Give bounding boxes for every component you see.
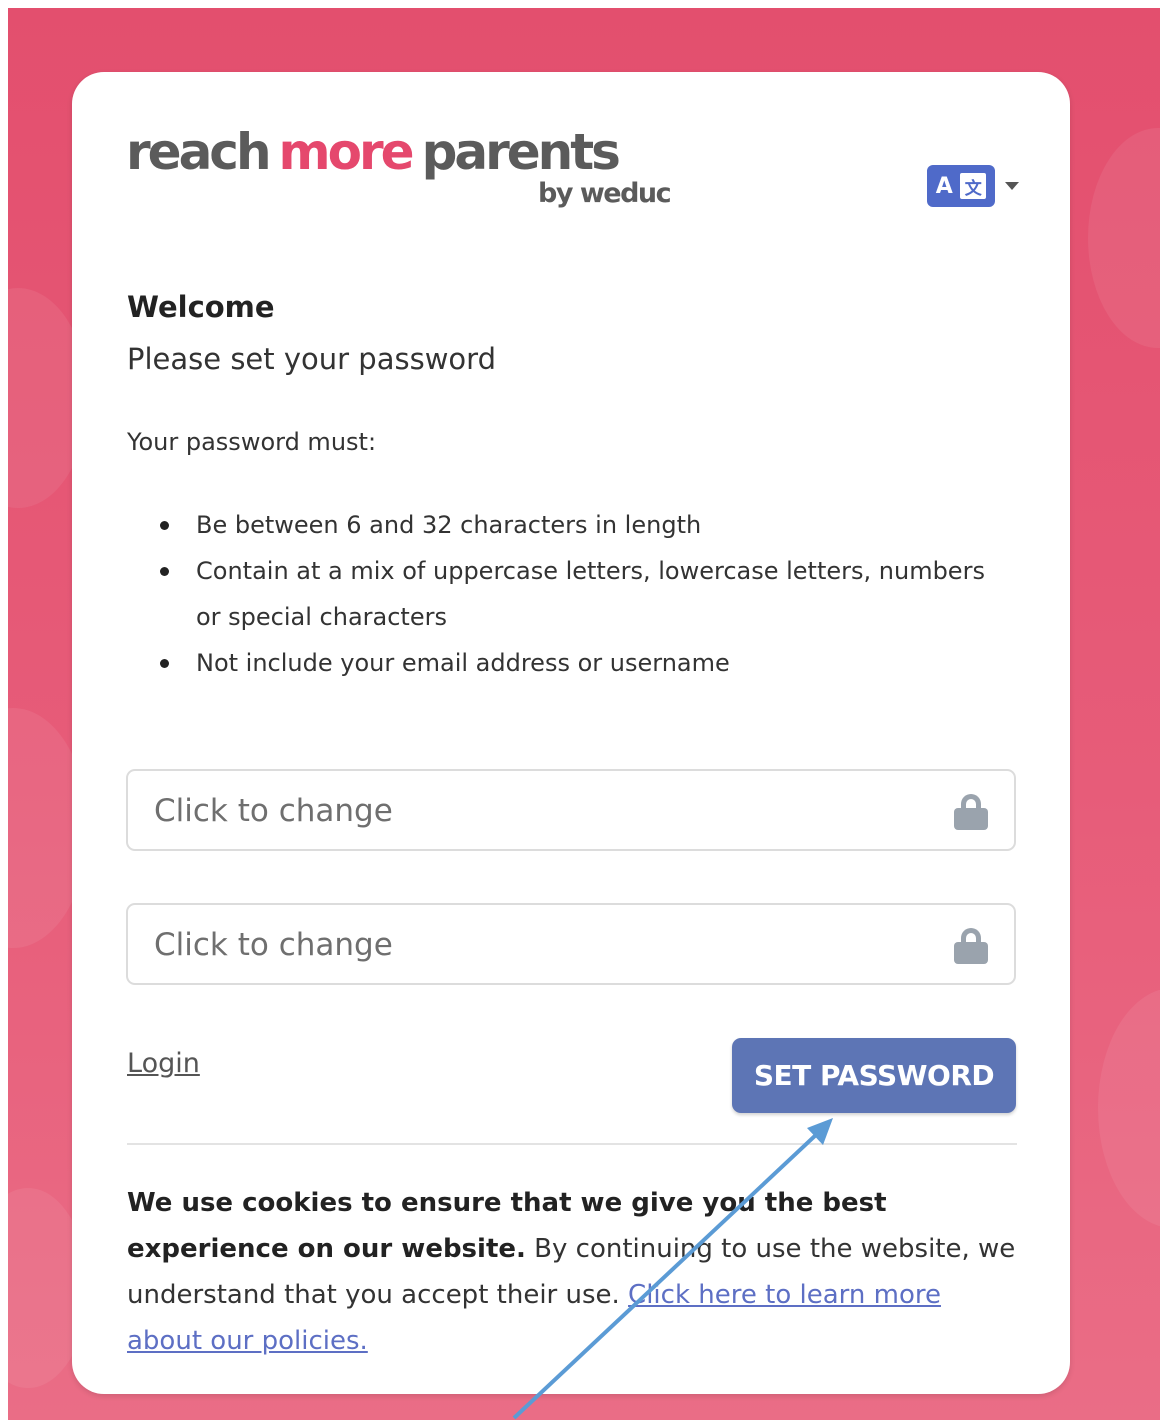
- new-password-field[interactable]: [126, 769, 1016, 851]
- password-rule: Not include your email address or userna…: [127, 640, 987, 686]
- translate-glyph-b: 文: [960, 173, 987, 199]
- confirm-password-field[interactable]: [126, 903, 1016, 985]
- logo-word-more: more: [278, 123, 415, 181]
- password-rule: Contain at a mix of uppercase letters, l…: [127, 548, 987, 640]
- password-rules-intro: Your password must:: [127, 428, 377, 456]
- logo-word-reach: reach: [126, 123, 272, 181]
- lock-icon: [954, 794, 988, 830]
- page-subtitle: Please set your password: [127, 342, 496, 376]
- password-rule: Be between 6 and 32 characters in length: [127, 502, 987, 548]
- translate-icon: A 文: [927, 165, 995, 207]
- language-selector[interactable]: A 文: [927, 164, 1025, 208]
- lock-icon: [954, 928, 988, 964]
- reach-more-parents-logo: reach more parents by weduc: [126, 122, 686, 232]
- login-link[interactable]: Login: [127, 1048, 200, 1079]
- divider: [127, 1143, 1017, 1145]
- password-rules-list: Be between 6 and 32 characters in length…: [127, 502, 987, 686]
- new-password-input[interactable]: [154, 789, 934, 833]
- set-password-card: reach more parents by weduc A 文 Welcome Pl…: [72, 72, 1070, 1394]
- set-password-button[interactable]: SET PASSWORD: [732, 1038, 1016, 1113]
- translate-glyph-a: A: [935, 173, 953, 199]
- logo-byline: by weduc: [538, 178, 672, 209]
- confirm-password-input[interactable]: [154, 923, 934, 967]
- chevron-down-icon: [1005, 182, 1019, 190]
- logo-word-parents: parents: [421, 123, 621, 181]
- welcome-heading: Welcome: [127, 290, 275, 324]
- cookie-notice: We use cookies to ensure that we give yo…: [127, 1180, 1022, 1364]
